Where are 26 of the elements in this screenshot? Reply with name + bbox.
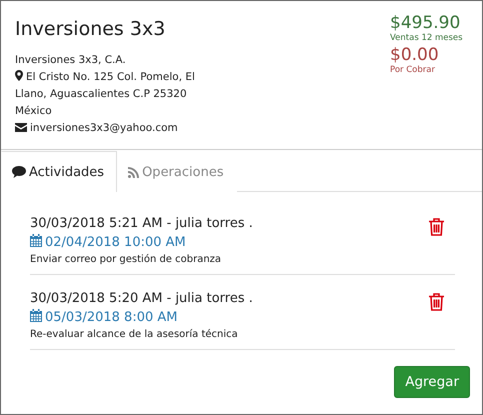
company-name: Inversiones 3x3 (15, 18, 166, 40)
speech-bubble-icon (12, 166, 26, 178)
map-pin-icon (15, 70, 23, 81)
legal-name: Inversiones 3x3, C.A. (15, 54, 126, 66)
tab[interactable]: Actividades (1, 151, 118, 192)
email-text: inversiones3x3@yahoo.com (30, 122, 178, 134)
activity-description: Enviar correo por gestión de cobranza (30, 254, 222, 265)
trash-icon[interactable] (429, 218, 444, 236)
calendar-icon (30, 309, 42, 322)
rss-icon (128, 166, 140, 178)
address-line: México (15, 105, 52, 117)
add-button[interactable]: Agregar (394, 366, 470, 398)
envelope-icon (15, 123, 27, 132)
address-line: El Cristo No. 125 Col. Pomelo, El (26, 71, 195, 83)
trash-icon[interactable] (429, 293, 444, 311)
activity-due-date: 02/04/2018 10:00 AM (45, 235, 186, 250)
address-line: Llano, Aguascalientes C.P 25320 (15, 88, 187, 100)
calendar-icon (30, 234, 42, 247)
amount-text: $0.00 (390, 45, 440, 65)
activity-description: Re-evaluar alcance de la asesoría técnica (30, 329, 239, 340)
activity-due-date: 05/03/2018 8:00 AM (45, 310, 178, 325)
activity-created: 30/03/2018 5:21 AM - julia torres . (30, 215, 253, 233)
amount-label: Por Cobrar (390, 65, 436, 75)
amount-label: Ventas 12 meses (390, 33, 464, 43)
amount-text: $495.90 (390, 13, 462, 33)
activity-created: 30/03/2018 5:20 AM - julia torres . (30, 290, 253, 308)
